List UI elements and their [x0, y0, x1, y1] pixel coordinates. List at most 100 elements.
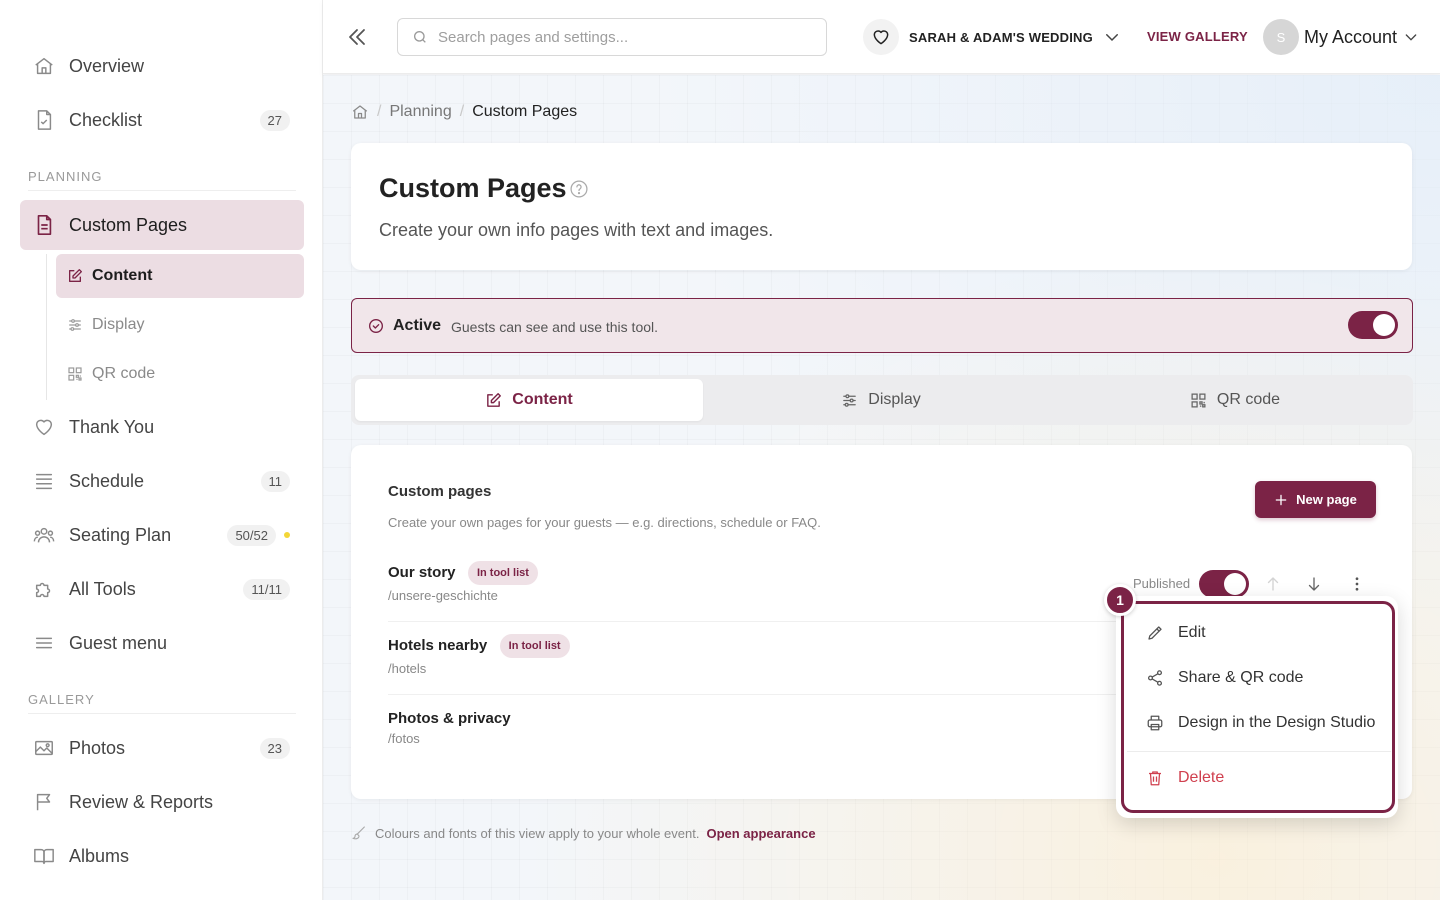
page-header-card: Custom Pages Create your own info pages …	[351, 143, 1412, 270]
count-badge: 23	[259, 737, 290, 759]
event-name: SARAH & ADAM'S WEDDING	[909, 29, 1093, 45]
sidebar-item-label: Seating Plan	[69, 524, 172, 545]
arrow-down-icon[interactable]	[1305, 575, 1323, 593]
breadcrumb-planning[interactable]: Planning	[389, 103, 451, 121]
submenu-rail	[46, 254, 47, 400]
sidebar-item-custom-pages[interactable]: Custom Pages	[20, 200, 304, 250]
new-page-label: New page	[1296, 492, 1357, 507]
warning-dot	[284, 532, 290, 538]
help-icon[interactable]	[569, 179, 589, 199]
menu-item-label: Share & QR code	[1178, 669, 1304, 686]
breadcrumb-separator: /	[459, 103, 465, 120]
menu-item-delete[interactable]: Delete	[1140, 759, 1380, 797]
check-circle-icon	[368, 318, 384, 334]
published-toggle[interactable]	[1199, 570, 1249, 598]
sidebar-item-label: Custom Pages	[69, 214, 188, 235]
sidebar-item-checklist[interactable]: Checklist 27	[20, 97, 304, 143]
sliders-icon	[67, 317, 83, 333]
home-icon[interactable]	[351, 103, 369, 121]
chevron-down-icon	[1403, 29, 1419, 45]
sidebar-subitem-label: Content	[92, 267, 153, 284]
chevron-down-icon	[1103, 28, 1121, 46]
list-icon	[33, 470, 55, 492]
appearance-note: Colours and fonts of this view apply to …	[351, 825, 816, 841]
menu-icon	[33, 632, 55, 654]
search-box	[397, 18, 827, 56]
tab-bar: Content Display QR code	[351, 375, 1413, 425]
status-label: Active	[393, 317, 442, 334]
users-icon	[33, 524, 55, 546]
status-badge: In tool list	[467, 561, 538, 585]
sidebar-item-albums[interactable]: Albums	[20, 833, 304, 879]
page-name: Hotels nearby	[388, 637, 488, 655]
tab-label: Display	[868, 391, 921, 408]
puzzle-icon	[33, 578, 55, 600]
brush-icon	[351, 825, 367, 841]
sidebar-item-guest-menu[interactable]: Guest menu	[20, 620, 304, 666]
sidebar-subitem-content[interactable]: Content	[56, 254, 304, 298]
divider	[28, 713, 296, 714]
arrow-up-icon[interactable]	[1264, 575, 1282, 593]
tab-content[interactable]: Content	[355, 379, 703, 421]
section-title: Custom pages	[388, 483, 492, 500]
published-label: Published	[1133, 576, 1191, 591]
sidebar-item-label: Photos	[69, 737, 126, 758]
sidebar-item-schedule[interactable]: Schedule 11	[20, 458, 304, 504]
search-input[interactable]	[438, 28, 798, 46]
sidebar-item-label: Review & Reports	[69, 791, 214, 812]
top-bar: SARAH & ADAM'S WEDDING VIEW GALLERY S My…	[323, 0, 1440, 74]
tab-label: QR code	[1216, 391, 1281, 408]
open-appearance-link[interactable]: Open appearance	[706, 826, 815, 841]
menu-item-label: Edit	[1178, 624, 1206, 641]
home-icon	[33, 55, 55, 77]
flag-icon	[33, 791, 55, 813]
image-icon	[33, 737, 55, 759]
section-label-planning: PLANNING	[28, 169, 103, 184]
sidebar-subitem-label: QR code	[92, 365, 156, 382]
sidebar-item-all-tools[interactable]: All Tools 11/11	[20, 566, 304, 612]
sidebar-item-label: Overview	[69, 55, 145, 76]
sidebar-item-thank-you[interactable]: Thank You	[20, 404, 304, 450]
sidebar-item-review-reports[interactable]: Review & Reports	[20, 779, 304, 825]
status-description: Guests can see and use this tool.	[451, 319, 659, 335]
sliders-icon	[841, 392, 858, 409]
qr-code-icon	[67, 366, 83, 382]
collapse-sidebar-icon[interactable]	[345, 25, 369, 49]
sidebar-item-seating-plan[interactable]: Seating Plan 50/52	[20, 512, 304, 558]
tab-label: Content	[512, 391, 573, 408]
sidebar-item-label: Schedule	[69, 470, 145, 491]
qr-code-icon	[1190, 392, 1207, 409]
sidebar-subitem-display[interactable]: Display	[56, 303, 304, 347]
page-name: Photos & privacy	[388, 710, 511, 727]
heart-icon	[33, 416, 55, 438]
account-label: My Account	[1304, 26, 1398, 47]
section-subtitle: Create your own pages for your guests — …	[388, 515, 821, 530]
tool-active-toggle[interactable]	[1348, 311, 1398, 339]
edit-icon	[485, 392, 502, 409]
sidebar-item-overview[interactable]: Overview	[20, 43, 304, 89]
view-gallery-link[interactable]: VIEW GALLERY	[1147, 29, 1248, 44]
tab-display[interactable]: Display	[707, 379, 1055, 421]
sidebar-item-photos[interactable]: Photos 23	[20, 725, 304, 771]
count-badge: 11	[260, 470, 290, 492]
breadcrumb-separator: /	[377, 103, 382, 120]
sidebar: Overview Checklist 27 PLANNING Custom Pa…	[0, 0, 323, 900]
plus-icon	[1274, 493, 1288, 507]
printer-icon	[1146, 714, 1164, 732]
toggle-knob	[1373, 314, 1395, 336]
menu-item-design-studio[interactable]: Design in the Design Studio	[1140, 704, 1380, 742]
share-icon	[1146, 669, 1164, 687]
file-text-icon	[33, 214, 55, 236]
breadcrumb: / Planning / Custom Pages	[351, 103, 577, 121]
tab-qr-code[interactable]: QR code	[1061, 379, 1409, 421]
sidebar-subitem-qr-code[interactable]: QR code	[56, 352, 304, 396]
event-selector[interactable]: SARAH & ADAM'S WEDDING	[863, 18, 1121, 56]
new-page-button[interactable]: New page	[1255, 481, 1376, 518]
sidebar-item-label: All Tools	[69, 578, 136, 599]
menu-item-edit[interactable]: Edit	[1140, 614, 1380, 652]
page-title: Custom Pages	[379, 173, 567, 203]
account-menu[interactable]: S My Account	[1263, 19, 1419, 55]
menu-item-share-qr[interactable]: Share & QR code	[1140, 659, 1380, 697]
more-vertical-icon[interactable]	[1348, 575, 1366, 593]
sidebar-item-label: Guest menu	[69, 632, 168, 653]
